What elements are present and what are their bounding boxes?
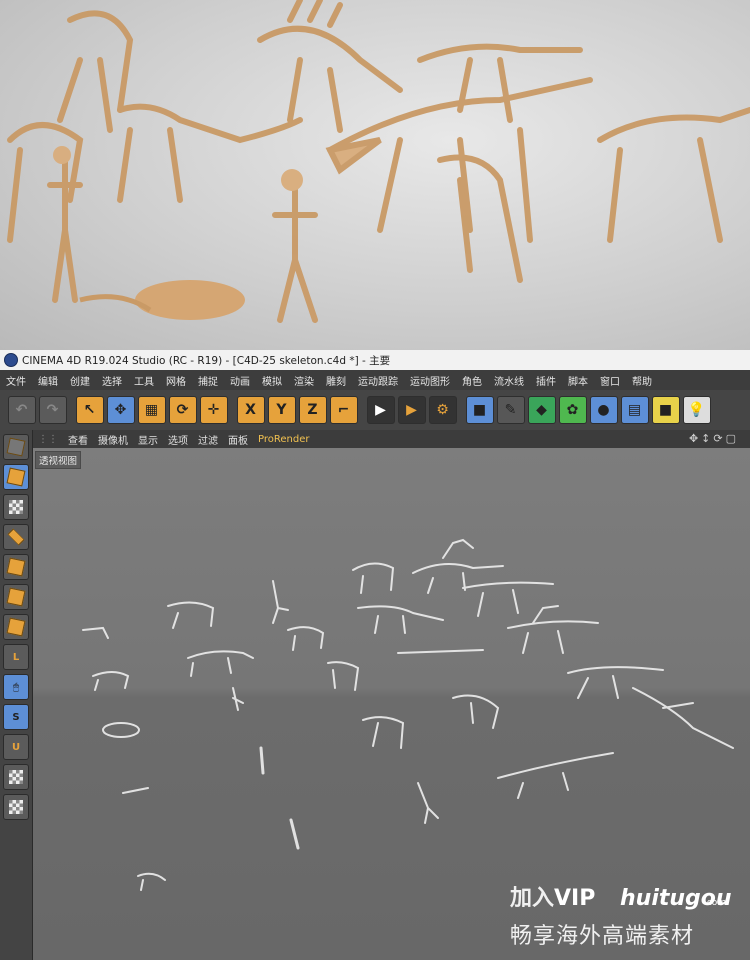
window-titlebar: CINEMA 4D R19.024 Studio (RC - R19) - [C…: [0, 350, 750, 370]
undo-icon[interactable]: ↶: [7, 396, 36, 424]
render-view-icon[interactable]: ▶: [366, 396, 395, 424]
floor-icon[interactable]: ▤: [620, 396, 649, 424]
snap-icon[interactable]: S: [3, 704, 29, 730]
main-menubar: 文件 编辑 创建 选择 工具 网格 捕捉 动画 模拟 渲染 雕刻 运动跟踪 运动…: [0, 370, 750, 390]
menu-file[interactable]: 文件: [0, 373, 32, 388]
x-axis-button[interactable]: X: [236, 396, 265, 424]
render-picture-viewer-icon[interactable]: ▶: [397, 396, 426, 424]
menu-mesh[interactable]: 网格: [160, 373, 192, 388]
viewport-name-label: 透视视图: [35, 451, 82, 469]
watermark-prefix: 加入: [510, 886, 555, 911]
cloner-icon[interactable]: ✿: [558, 396, 587, 424]
edges-mode-icon[interactable]: [3, 584, 29, 610]
cinema4d-logo-icon: [4, 353, 18, 367]
viewport-skeletons: [82, 538, 734, 891]
watermark-line1: 加入VIP: [510, 880, 595, 912]
deformer-icon[interactable]: ●: [589, 396, 618, 424]
menu-motion-tracking[interactable]: 运动跟踪: [352, 373, 404, 388]
menu-render[interactable]: 渲染: [288, 373, 320, 388]
main-toolbar: ↶ ↷ ↖ ✥ ▦ ⟳ ✛ X Y Z ⌐ ▶ ▶ ⚙ ■ ✎ ◆ ✿ ● ▤ …: [0, 390, 750, 431]
object-mode-icon[interactable]: [3, 464, 29, 490]
menu-character[interactable]: 角色: [456, 373, 488, 388]
menu-tools[interactable]: 工具: [128, 373, 160, 388]
viewport-menu-options[interactable]: 选项: [163, 432, 193, 447]
pen-spline-icon[interactable]: ✎: [496, 396, 525, 424]
perspective-viewport[interactable]: [33, 448, 750, 960]
rotate-tool-icon[interactable]: ⟳: [168, 396, 197, 424]
menu-mograph[interactable]: 运动图形: [404, 373, 456, 388]
z-axis-button[interactable]: Z: [298, 396, 327, 424]
watermark-logo-suffix: .com: [704, 898, 727, 908]
menu-select[interactable]: 选择: [96, 373, 128, 388]
menu-snap[interactable]: 捕捉: [192, 373, 224, 388]
recent-tool-icon[interactable]: ✛: [199, 396, 228, 424]
window-title: CINEMA 4D R19.024 Studio (RC - R19) - [C…: [22, 354, 391, 367]
tweak-mode-icon[interactable]: 🖱: [3, 674, 29, 700]
menu-simulate[interactable]: 模拟: [256, 373, 288, 388]
menu-animate[interactable]: 动画: [224, 373, 256, 388]
texture-mode-icon[interactable]: [3, 494, 29, 520]
coordinate-system-icon[interactable]: ⌐: [329, 396, 358, 424]
render-preview: [0, 0, 750, 350]
y-axis-button[interactable]: Y: [267, 396, 296, 424]
menu-edit[interactable]: 编辑: [32, 373, 64, 388]
menu-create[interactable]: 创建: [64, 373, 96, 388]
menu-script[interactable]: 脚本: [562, 373, 594, 388]
viewport-menu-display[interactable]: 显示: [133, 432, 163, 447]
live-select-icon[interactable]: ↖: [75, 396, 104, 424]
viewport-nav-icons[interactable]: ✥↕⟳▢: [684, 432, 744, 445]
axis-mode-icon[interactable]: L: [3, 644, 29, 670]
viewport-menubar: ⋮⋮ 查看 摄像机 显示 选项 过滤 面板 ProRender ✥↕⟳▢: [33, 430, 750, 448]
menu-help[interactable]: 帮助: [626, 373, 658, 388]
redo-icon[interactable]: ↷: [38, 396, 67, 424]
scale-tool-icon[interactable]: ▦: [137, 396, 166, 424]
cube-object-icon[interactable]: ■: [465, 396, 494, 424]
skeletons-render: [7, 0, 750, 323]
menu-sculpt[interactable]: 雕刻: [320, 373, 352, 388]
workplane-mode-icon[interactable]: [3, 524, 29, 550]
menu-plugins[interactable]: 插件: [530, 373, 562, 388]
polygons-mode-icon[interactable]: [3, 614, 29, 640]
watermark-line2: 畅享海外高端素材: [510, 924, 695, 949]
planar-workplane-icon[interactable]: [3, 794, 29, 820]
move-tool-icon[interactable]: ✥: [106, 396, 135, 424]
camera-icon[interactable]: ■: [651, 396, 680, 424]
light-icon[interactable]: 💡: [682, 396, 711, 424]
viewport-menu-cameras[interactable]: 摄像机: [93, 432, 133, 447]
viewport-menu-view[interactable]: 查看: [63, 432, 93, 447]
viewport-menu-prorender[interactable]: ProRender: [253, 434, 314, 445]
model-mode-icon[interactable]: [3, 434, 29, 460]
points-mode-icon[interactable]: [3, 554, 29, 580]
locked-workplane-icon[interactable]: [3, 764, 29, 790]
watermark-vip: VIP: [554, 886, 596, 911]
render-settings-icon[interactable]: ⚙: [428, 396, 457, 424]
magnet-icon[interactable]: U: [3, 734, 29, 760]
subdivision-surface-icon[interactable]: ◆: [527, 396, 556, 424]
menu-window[interactable]: 窗口: [594, 373, 626, 388]
viewport-menu-panel[interactable]: 面板: [223, 432, 253, 447]
viewport-grip-icon: ⋮⋮: [38, 433, 58, 445]
viewport-menu-filter[interactable]: 过滤: [193, 432, 223, 447]
menu-pipeline[interactable]: 流水线: [488, 373, 530, 388]
left-toolbar: L 🖱 S U: [0, 430, 33, 960]
